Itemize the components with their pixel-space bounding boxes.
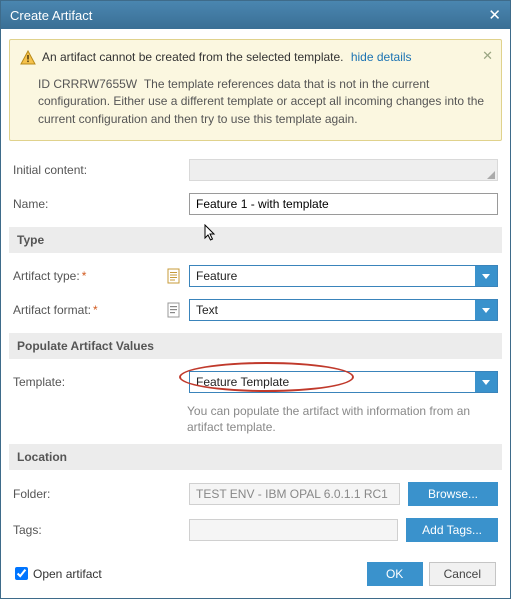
dialog-titlebar: Create Artifact ✕ [1,1,510,29]
initial-content-input[interactable] [189,159,498,181]
open-artifact-checkbox-wrap[interactable]: Open artifact [15,567,102,581]
tags-label: Tags: [13,523,189,537]
add-tags-button[interactable]: Add Tags... [406,518,498,542]
artifact-type-value: Feature [190,266,475,286]
warning-icon [20,50,36,66]
warning-box: ✕ An artifact cannot be created from the… [9,39,502,141]
name-input[interactable] [189,193,498,215]
cursor-icon [204,224,218,242]
create-artifact-dialog: Create Artifact ✕ ✕ An artifact cannot b… [0,0,511,599]
type-section-header: Type [9,227,502,253]
artifact-format-select[interactable]: Text [189,299,498,321]
browse-button[interactable]: Browse... [408,482,498,506]
template-value: Feature Template [190,372,475,392]
cancel-button[interactable]: Cancel [429,562,496,586]
close-icon[interactable]: ✕ [488,6,501,24]
folder-field: TEST ENV - IBM OPAL 6.0.1.1 RC1 [189,483,400,505]
artifact-format-label: Artifact format:* [13,302,189,318]
tags-field [189,519,398,541]
warning-message: An artifact cannot be created from the s… [42,50,344,64]
artifact-type-select[interactable]: Feature [189,265,498,287]
close-warning-icon[interactable]: ✕ [482,48,493,64]
chevron-down-icon[interactable] [475,372,497,392]
artifact-type-label: Artifact type:* [13,268,189,284]
open-artifact-checkbox[interactable] [15,567,28,580]
document-icon [167,268,181,284]
name-label: Name: [13,197,189,211]
chevron-down-icon[interactable] [475,266,497,286]
warning-id: ID CRRRW7655W [38,77,137,91]
template-label: Template: [13,375,189,389]
open-artifact-label: Open artifact [33,567,102,581]
template-select[interactable]: Feature Template [189,371,498,393]
hide-details-link[interactable]: hide details [351,50,412,64]
template-help-text: You can populate the artifact with infor… [187,403,502,435]
location-section-header: Location [9,444,502,470]
initial-content-label: Initial content: [13,163,189,177]
ok-button[interactable]: OK [367,562,423,586]
chevron-down-icon[interactable] [475,300,497,320]
folder-label: Folder: [13,487,189,501]
text-format-icon [167,302,181,318]
warning-detail: ID CRRRW7655W The template references da… [38,76,491,128]
artifact-format-value: Text [190,300,475,320]
populate-section-header: Populate Artifact Values [9,333,502,359]
dialog-title: Create Artifact [10,8,92,23]
